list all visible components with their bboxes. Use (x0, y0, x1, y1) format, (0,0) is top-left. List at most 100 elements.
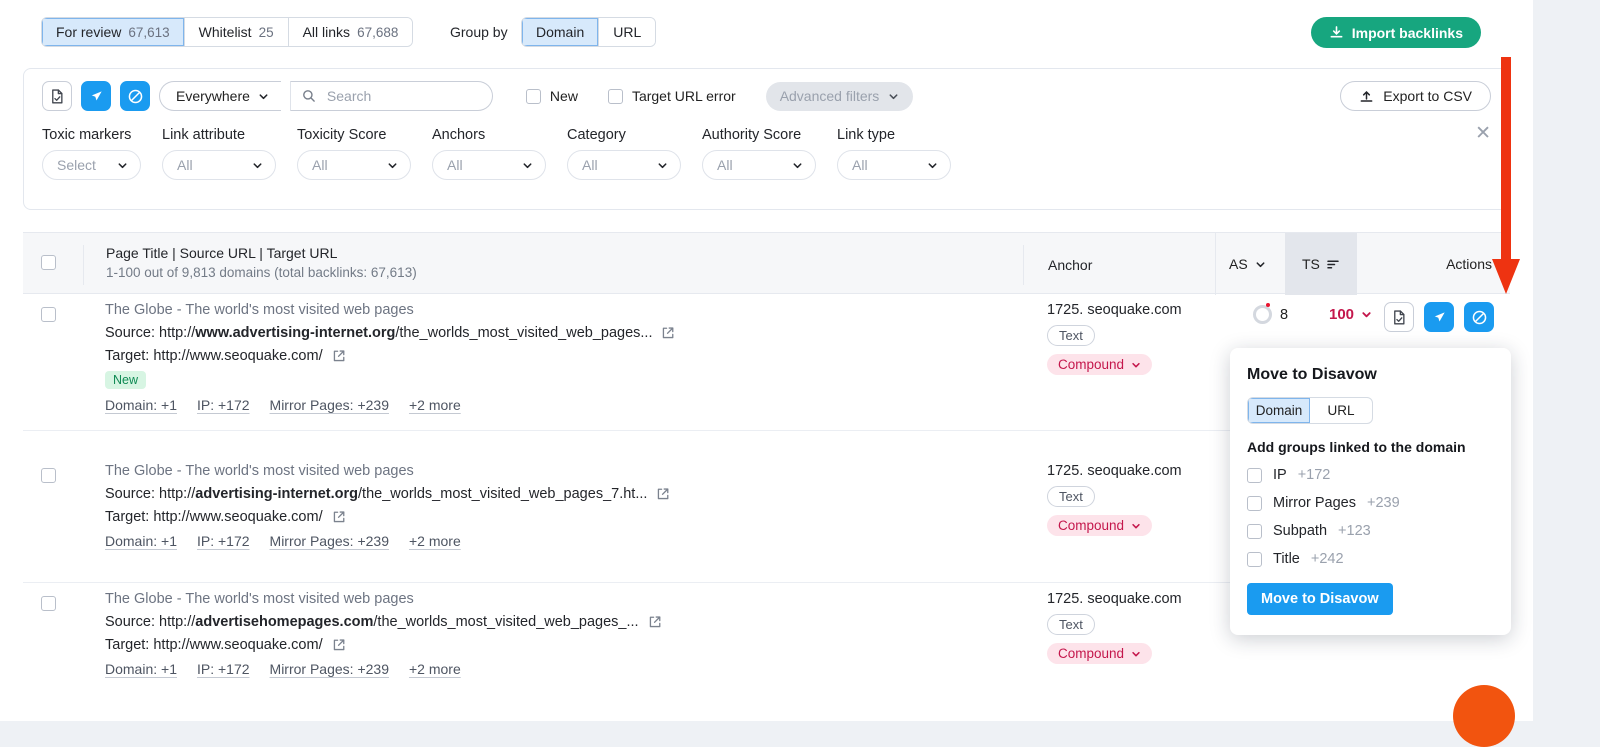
popup-option-ip-checkbox[interactable] (1247, 467, 1262, 483)
export-csv-button[interactable]: Export to CSV (1340, 81, 1491, 111)
disavow-action-button[interactable] (1464, 302, 1494, 332)
popup-mode-url[interactable]: URL (1310, 398, 1372, 423)
row-group-links: Domain: +1 IP: +172 Mirror Pages: +239 +… (105, 661, 662, 677)
row-target-url[interactable]: Target: http://www.seoquake.com/ (105, 637, 662, 653)
close-icon[interactable]: ✕ (1475, 124, 1491, 143)
row-link-more[interactable]: +2 more (409, 661, 461, 677)
import-backlinks-button[interactable]: Import backlinks (1310, 17, 1481, 48)
chevron-down-icon (792, 160, 803, 171)
popup-title: Move to Disavow (1247, 366, 1377, 383)
popup-mode-domain[interactable]: Domain (1248, 398, 1310, 423)
search-box[interactable] (289, 81, 493, 111)
filter-category-select[interactable]: All (567, 150, 681, 180)
filter-toxicity-score-value: All (312, 157, 328, 173)
row-link-domain[interactable]: Domain: +1 (105, 533, 177, 549)
tab-for-review[interactable]: For review 67,613 (42, 18, 185, 46)
chevron-down-icon (927, 160, 938, 171)
col-authority-score[interactable]: AS (1215, 233, 1285, 295)
filter-category-value: All (582, 157, 598, 173)
group-by-url[interactable]: URL (599, 18, 656, 46)
whitelist-icon-button[interactable] (42, 81, 72, 111)
row-link-mirror-pages[interactable]: Mirror Pages: +239 (270, 397, 389, 413)
row-select-checkbox[interactable] (41, 307, 56, 322)
popup-subtitle: Add groups linked to the domain (1247, 439, 1466, 455)
row-select-checkbox[interactable] (41, 596, 56, 611)
popup-option-ip[interactable]: IP +172 (1247, 467, 1494, 483)
row-target-value: http://www.seoquake.com/ (153, 509, 323, 525)
row-target-url[interactable]: Target: http://www.seoquake.com/ (105, 348, 675, 364)
chat-widget-button[interactable] (1453, 685, 1515, 747)
col-anchor-label: Anchor (1048, 257, 1093, 273)
group-by-label: Group by (450, 24, 508, 40)
row-link-domain[interactable]: Domain: +1 (105, 397, 177, 413)
row-source-domain: advertisehomepages.com (195, 614, 374, 630)
row-link-mirror-pages[interactable]: Mirror Pages: +239 (270, 533, 389, 549)
popup-option-subpath[interactable]: Subpath +123 (1247, 523, 1494, 539)
external-link-icon[interactable] (332, 349, 346, 363)
filter-authority-score-select[interactable]: All (702, 150, 816, 180)
filter-link-attribute-select[interactable]: All (162, 150, 276, 180)
row-link-ip[interactable]: IP: +172 (197, 397, 250, 413)
filter-new[interactable]: New (525, 88, 578, 104)
filter-target-url-error[interactable]: Target URL error (607, 88, 736, 104)
external-link-icon[interactable] (332, 510, 346, 524)
row-link-mirror-pages[interactable]: Mirror Pages: +239 (270, 661, 389, 677)
row-target-value: http://www.seoquake.com/ (153, 637, 323, 653)
popup-option-title-checkbox[interactable] (1247, 551, 1262, 567)
external-link-icon[interactable] (656, 487, 670, 501)
disavow-icon-button[interactable] (120, 81, 150, 111)
row-source-url[interactable]: Source: http://www.advertising-internet.… (105, 325, 675, 341)
popup-option-subpath-count: +123 (1338, 523, 1371, 539)
filter-new-checkbox[interactable] (525, 88, 541, 104)
popup-move-to-disavow-button[interactable]: Move to Disavow (1247, 583, 1393, 615)
external-link-icon[interactable] (648, 615, 662, 629)
row-whitelist-button[interactable] (1384, 302, 1414, 332)
row-target-label: Target: (105, 637, 154, 653)
row-link-ip[interactable]: IP: +172 (197, 533, 250, 549)
filter-authority-score-label: Authority Score (702, 127, 802, 143)
filter-link-type-value: All (852, 157, 868, 173)
scope-select[interactable]: Everywhere (159, 81, 281, 111)
select-all-checkbox[interactable] (41, 255, 56, 270)
external-link-icon[interactable] (661, 326, 675, 340)
popup-option-title[interactable]: Title +242 (1247, 551, 1494, 567)
row-source-url[interactable]: Source: http://advertising-internet.org/… (105, 486, 670, 502)
search-input[interactable] (324, 87, 485, 105)
col-toxicity-score[interactable]: TS (1285, 233, 1357, 295)
top-bar: For review 67,613 Whitelist 25 All links… (0, 0, 1533, 65)
row-source-url[interactable]: Source: http://advertisehomepages.com/th… (105, 614, 662, 630)
row-link-more[interactable]: +2 more (409, 397, 461, 413)
filter-link-attribute: Link attribute All (162, 127, 276, 180)
app-root: For review 67,613 Whitelist 25 All links… (0, 0, 1600, 747)
filter-anchors-label: Anchors (432, 127, 486, 143)
filter-anchors: Anchors All (432, 127, 546, 180)
row-tag-category[interactable]: Compound (1047, 354, 1153, 375)
row-link-ip[interactable]: IP: +172 (197, 661, 250, 677)
group-by-domain[interactable]: Domain (522, 18, 600, 46)
advanced-filters-button[interactable]: Advanced filters (765, 81, 914, 111)
popup-option-mirror-pages-checkbox[interactable] (1247, 495, 1262, 511)
row-target-url[interactable]: Target: http://www.seoquake.com/ (105, 509, 670, 525)
row-select-checkbox[interactable] (41, 468, 56, 483)
external-link-icon[interactable] (332, 638, 346, 652)
row-link-domain[interactable]: Domain: +1 (105, 661, 177, 677)
send-icon-button[interactable] (81, 81, 111, 111)
tab-all-links-count: 67,688 (357, 24, 399, 40)
row-details: The Globe - The world's most visited web… (105, 591, 662, 677)
filter-target-url-error-checkbox[interactable] (607, 88, 623, 104)
tab-all-links[interactable]: All links 67,688 (288, 18, 413, 46)
filter-anchors-select[interactable]: All (432, 150, 546, 180)
row-send-button[interactable] (1424, 302, 1454, 332)
tab-whitelist[interactable]: Whitelist 25 (184, 18, 289, 46)
popup-option-subpath-checkbox[interactable] (1247, 523, 1262, 539)
row-source-path: /the_worlds_most_visited_web_pages_... (373, 614, 639, 630)
filter-toxicity-score-select[interactable]: All (297, 150, 411, 180)
popup-option-mirror-pages[interactable]: Mirror Pages +239 (1247, 495, 1494, 511)
row-tag-category[interactable]: Compound (1047, 643, 1153, 664)
filter-toxic-markers-select[interactable]: Select (42, 150, 141, 180)
row-toxicity-score[interactable]: 100 (1329, 306, 1372, 323)
popup-option-title-label: Title (1273, 551, 1300, 567)
row-link-more[interactable]: +2 more (409, 533, 461, 549)
row-tag-category[interactable]: Compound (1047, 515, 1153, 536)
filter-link-type-select[interactable]: All (837, 150, 951, 180)
